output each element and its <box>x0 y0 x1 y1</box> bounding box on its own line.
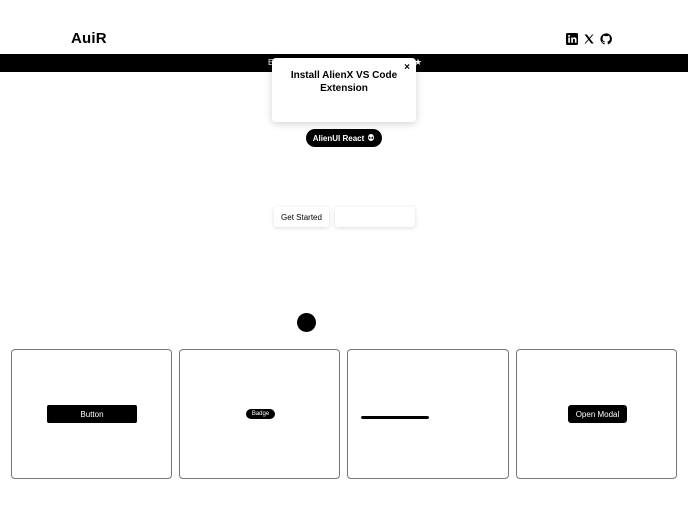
popup-title: Install AlienX VS Code Extension <box>290 70 398 94</box>
progress-demo-card <box>347 349 509 479</box>
alienui-react-badge[interactable]: AlienUI React <box>306 129 382 147</box>
progress-fill <box>361 416 429 419</box>
progress-bar <box>361 416 429 419</box>
close-icon[interactable]: × <box>404 62 410 73</box>
page: AuiR E ★ Install AlienX VS Code Extensio… <box>0 0 688 512</box>
site-logo[interactable]: AuiR <box>71 30 107 47</box>
modal-demo-card: Open Modal <box>516 349 677 479</box>
alien-icon <box>368 134 375 141</box>
site-header: AuiR <box>0 0 688 54</box>
social-links <box>566 33 612 45</box>
badge-demo-card: Badge <box>179 349 340 479</box>
linkedin-icon[interactable] <box>566 33 578 45</box>
extension-popup: Install AlienX VS Code Extension × <box>272 58 416 122</box>
demo-badge: Badge <box>246 409 275 419</box>
open-modal-button[interactable]: Open Modal <box>568 405 627 423</box>
demo-button[interactable]: Button <box>47 405 137 423</box>
cursor-dot <box>297 313 316 332</box>
github-icon[interactable] <box>600 33 612 45</box>
badge-label: AlienUI React <box>312 133 365 143</box>
secondary-button[interactable] <box>335 207 415 227</box>
button-demo-card: Button <box>11 349 172 479</box>
get-started-button[interactable]: Get Started <box>274 207 329 227</box>
x-icon[interactable] <box>583 33 595 45</box>
